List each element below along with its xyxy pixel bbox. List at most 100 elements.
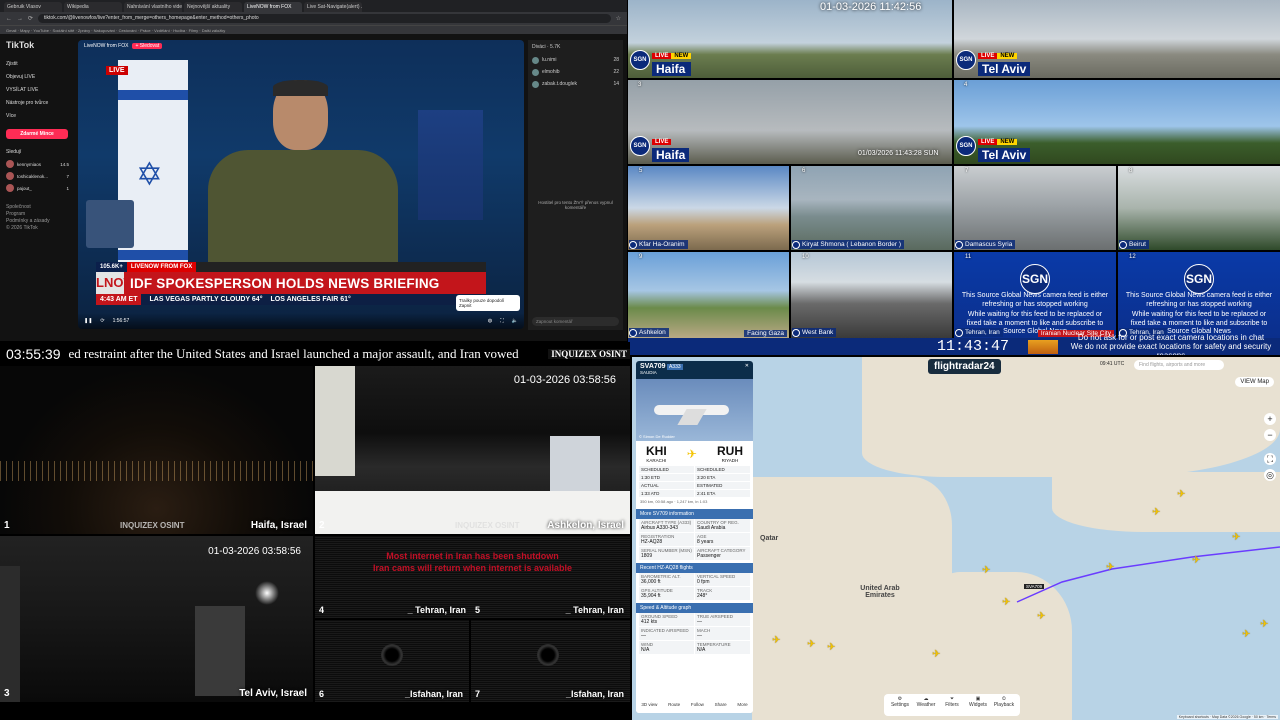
coins-button[interactable]: Zdarmé Mince	[6, 129, 68, 139]
zoom-out-icon[interactable]: −	[1264, 429, 1276, 441]
nav-more[interactable]: Více	[6, 110, 69, 123]
viewer-row[interactable]: elmohib 22	[532, 66, 619, 78]
cam-telaviv-2[interactable]: SGN LIVE NEW Tel Aviv	[954, 0, 1280, 78]
browser-tab[interactable]: Live Sat-Navigate(alert) ...	[304, 2, 362, 12]
osint-cam-telaviv[interactable]: 01-03-2026 03:58:56 3 Tel Aviv, Israel	[0, 536, 313, 702]
osint-cam-haifa[interactable]: INQUIZEX OSINT 1 Haifa, Israel	[0, 366, 313, 534]
bookmarks-bar[interactable]: Gmail · Mapy · YouTube · Sociální sítě ·…	[0, 25, 627, 34]
plane-icon[interactable]: ✈	[1106, 562, 1114, 573]
browser-tab[interactable]: Nahrávání vlastního videa	[124, 2, 182, 12]
location-icon[interactable]: ◎	[1264, 469, 1276, 481]
fullscreen-icon[interactable]: ⛶	[500, 318, 504, 324]
footer-link[interactable]: Společnost	[6, 204, 69, 211]
back-icon[interactable]: ←	[6, 16, 12, 22]
footer-link[interactable]: Program	[6, 211, 69, 218]
flight-label[interactable]: SVA709	[1024, 584, 1045, 589]
settings-button[interactable]: ⚙ Settings	[888, 696, 912, 714]
playback-button[interactable]: ⏲ Playback	[992, 696, 1016, 714]
captions-icon[interactable]: ◍	[488, 318, 492, 324]
plane-icon[interactable]: ✈	[1192, 555, 1200, 566]
section-header[interactable]: Speed & Altitude graph	[636, 603, 753, 613]
volume-icon[interactable]: 🔈	[512, 318, 518, 324]
reload-icon[interactable]: ⟳	[28, 15, 33, 22]
fullscreen-icon[interactable]: ⛶	[1264, 453, 1276, 465]
section-header[interactable]: Recent HZ-AQ28 flights	[636, 563, 753, 573]
plane-icon[interactable]: ✈	[1002, 597, 1010, 608]
tiktok-logo[interactable]: TikTok	[6, 40, 69, 50]
star-icon[interactable]: ☆	[616, 15, 621, 22]
3d-view-button[interactable]: 3D view	[641, 702, 657, 707]
plane-icon[interactable]: ✈	[827, 642, 835, 653]
no-signal-icon	[537, 644, 559, 666]
nav-live[interactable]: Objevuj LIVE	[6, 71, 69, 84]
zoom-in-icon[interactable]: +	[1264, 413, 1276, 425]
plane-icon[interactable]: ✈	[1152, 507, 1160, 518]
weather-button[interactable]: ☁ Weather	[914, 696, 938, 714]
plane-icon[interactable]: ✈	[932, 649, 940, 660]
cam-5[interactable]: 5 Kfar Ha-Oranim	[628, 166, 789, 250]
nav-go-live[interactable]: VYSÍLAT LIVE	[6, 84, 69, 97]
origin-airport[interactable]: KHI KARACHI	[646, 444, 667, 463]
browser-tab-active[interactable]: LiveNOW from FOX	[244, 2, 302, 12]
following-account[interactable]: toshicaklenok... 7	[6, 170, 69, 182]
forward-icon[interactable]: →	[17, 16, 23, 22]
destination-airport[interactable]: RUH RIYADH	[717, 444, 743, 463]
aircraft-photo[interactable]: © Simon De Rudder	[636, 379, 753, 441]
plane-icon[interactable]: ✈	[1037, 611, 1045, 622]
nav-explore[interactable]: Zjistit	[6, 58, 69, 71]
browser-tab[interactable]: Wikipedia	[64, 2, 122, 12]
plane-icon[interactable]: ✈	[807, 639, 815, 650]
osint-cam-isfahan-7[interactable]: 7 _Isfahan, Iran	[471, 620, 630, 702]
viewer-row[interactable]: zabak.t.douglek 14	[532, 78, 619, 90]
cam-haifa-3[interactable]: 3 01/03/2026 11:43:28 SUN SGN LIVE Haifa	[628, 80, 952, 164]
osint-cam-tehran-offline[interactable]: Most internet in Iran has been shutdown I…	[315, 536, 630, 618]
captions-tooltip: Trailky pouze dopodolí Zapnit	[456, 295, 520, 311]
live-video-player[interactable]: LiveNOW from FOX + Sledovat ✡ LIVE 105.6…	[78, 40, 524, 329]
pause-icon[interactable]: ❚❚	[84, 318, 92, 324]
route-button[interactable]: Route	[668, 702, 680, 707]
viewer-row[interactable]: lu.nimi 28	[532, 54, 619, 66]
channel-name[interactable]: LiveNOW from FOX	[84, 43, 128, 49]
plane-icon[interactable]: ✈	[982, 565, 990, 576]
plane-icon[interactable]: ✈	[772, 635, 780, 646]
cam-11-offline[interactable]: 11 SGN This Source Global News camera fe…	[954, 252, 1116, 338]
comment-input[interactable]: Zapnout komentář	[532, 317, 619, 326]
cam-10[interactable]: 10 West Bank	[791, 252, 952, 338]
refresh-icon[interactable]: ⟳	[100, 318, 104, 324]
section-header[interactable]: More SV709 information	[636, 509, 753, 519]
sgn-logo	[629, 328, 637, 337]
follow-button[interactable]: Follow	[691, 702, 704, 707]
browser-tab[interactable]: Nejnovější aktuality	[184, 2, 242, 12]
cam-number: 6	[802, 168, 806, 174]
share-button[interactable]: Share	[715, 702, 727, 707]
osint-cam-isfahan-6[interactable]: 6 _Isfahan, Iran	[315, 620, 469, 702]
filters-button[interactable]: ⏷ Filters	[940, 696, 964, 714]
cam-12-offline[interactable]: 12 SGN This Source Global News camera fe…	[1118, 252, 1280, 338]
plane-icon[interactable]: ✈	[1260, 619, 1268, 630]
widgets-button[interactable]: ▣ Widgets	[966, 696, 990, 714]
url-input[interactable]: tiktok.com/@livenowfox/live?enter_from_m…	[38, 14, 611, 23]
more-button[interactable]: More	[737, 702, 747, 707]
kv-value: 8 years	[697, 539, 714, 545]
plane-icon[interactable]: ✈	[1242, 629, 1250, 640]
cam-haifa-1[interactable]: 01-03-2026 11:42:56 SGN LIVE NEW Haifa	[628, 0, 952, 78]
plane-icon[interactable]: ✈	[1177, 489, 1185, 500]
plane-icon[interactable]: ✈	[1232, 532, 1240, 543]
cam-9[interactable]: 9 Ashkelon Facing Gaza	[628, 252, 789, 338]
browser-tab[interactable]: Gebruik Vlasov	[4, 2, 62, 12]
cam-8[interactable]: 8 Beirut	[1118, 166, 1280, 250]
nav-creator-tools[interactable]: Nástroje pro tvůrce	[6, 97, 69, 110]
footer-link[interactable]: Podmínky a zásady	[6, 218, 69, 225]
following-account[interactable]: pajout_ 1	[6, 182, 69, 194]
notice-line: Do not ask for or post exact camera loca…	[1077, 333, 1265, 342]
view-map-button[interactable]: VIEW Map	[1235, 377, 1274, 387]
following-account[interactable]: kennymiaos 14.5	[6, 158, 69, 170]
fr24-logo[interactable]: flightradar24	[928, 359, 1001, 374]
close-icon[interactable]: ✕	[745, 363, 749, 369]
osint-cam-ashkelon[interactable]: 01-03-2026 03:58:56 INQUIZEX OSINT 2 Ash…	[315, 366, 630, 534]
cam-telaviv-4[interactable]: 4 SGN LIVE NEW Tel Aviv	[954, 80, 1280, 164]
search-input[interactable]: Find flights, airports and more	[1134, 360, 1224, 370]
cam-7[interactable]: 7 Damascus Syria	[954, 166, 1116, 250]
follow-button[interactable]: + Sledovat	[132, 43, 163, 49]
cam-6[interactable]: 6 Kiryat Shmona ( Lebanon Border )	[791, 166, 952, 250]
